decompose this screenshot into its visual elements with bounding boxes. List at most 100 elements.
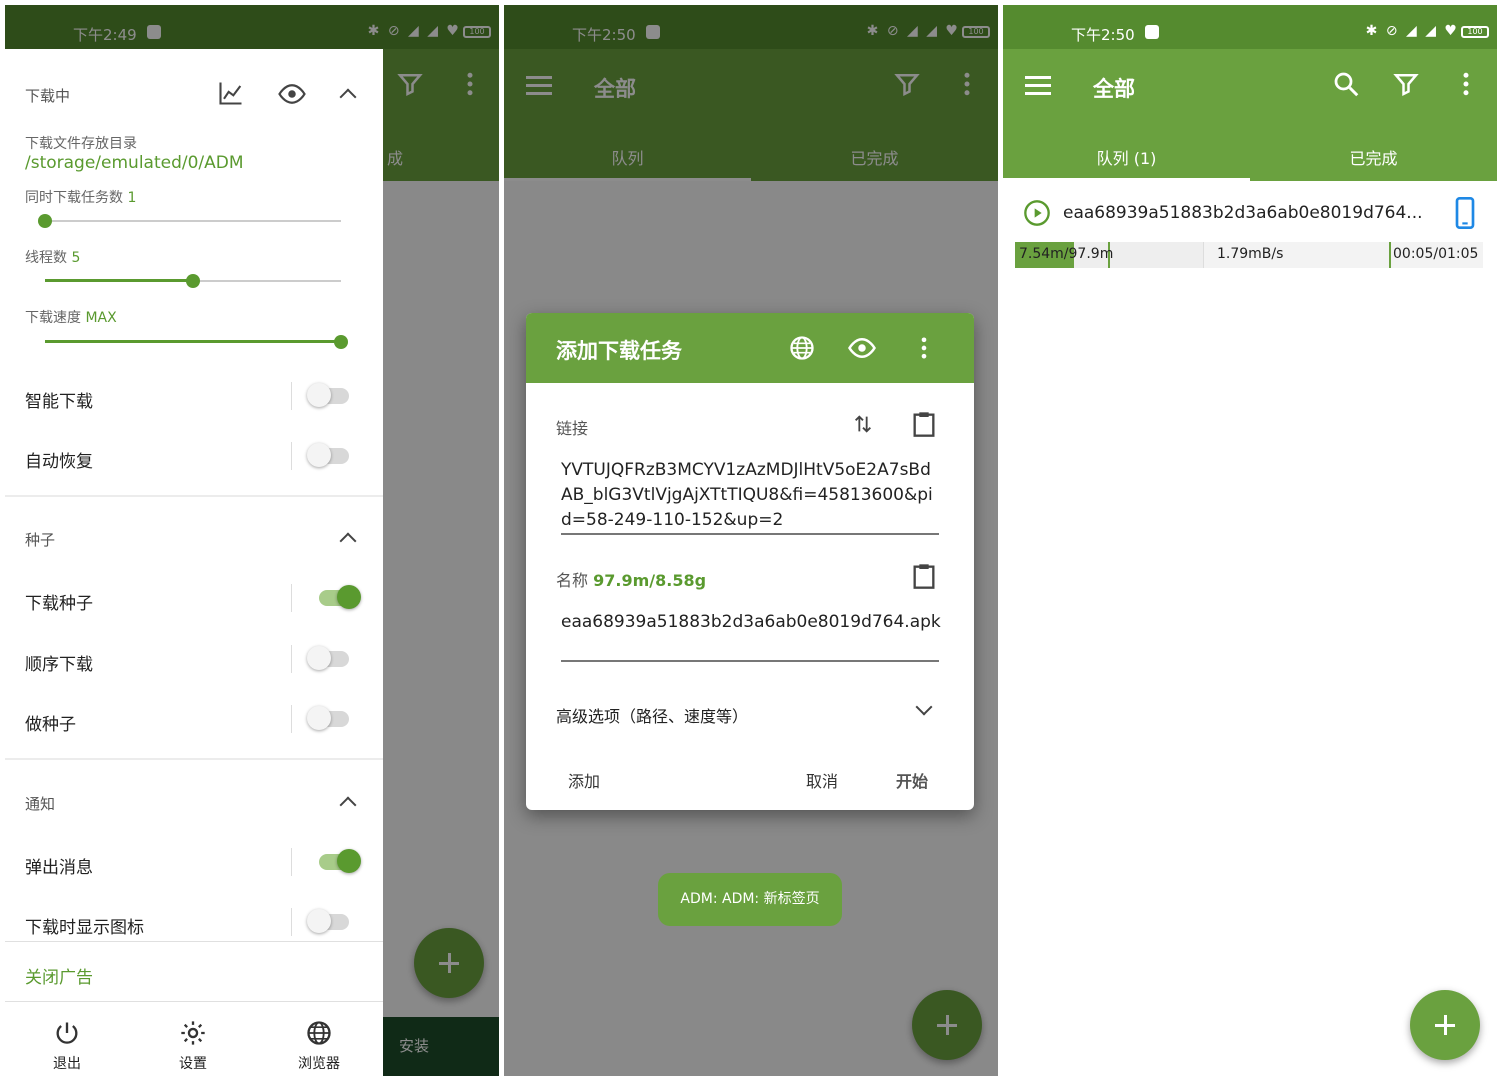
- cancel-button[interactable]: 取消: [806, 768, 838, 792]
- clipboard-icon[interactable]: [910, 409, 938, 439]
- status-bar: 下午2:50 ✱ ⊘ ◢ ◢ ♥ 100: [1003, 5, 1497, 49]
- show-icon-switch[interactable]: [307, 909, 349, 933]
- chevron-down-icon[interactable]: [915, 698, 933, 716]
- status-icons: ✱ ⊘ ◢ ◢ ♥: [1365, 23, 1459, 39]
- add-fab-button[interactable]: [1410, 990, 1480, 1060]
- advanced-options[interactable]: 高级选项（路径、速度等）: [556, 703, 748, 727]
- smart-download-label: 智能下载: [25, 392, 93, 412]
- divider: [291, 442, 292, 470]
- switch-knob: [307, 443, 331, 467]
- appbar-title: 全部: [1093, 77, 1135, 101]
- speed-slider-fill: [45, 340, 341, 343]
- concurrent-value: 1: [127, 190, 137, 206]
- search-icon[interactable]: [1331, 69, 1361, 99]
- globe-icon: [307, 1021, 331, 1045]
- drawer-bottom-nav: 退出 设置 浏览器: [5, 1001, 383, 1076]
- name-underline: [561, 660, 939, 662]
- name-label-text: 名称: [556, 571, 589, 590]
- name-label: 名称 97.9m/8.58g: [556, 567, 706, 591]
- settings-drawer: 下载中 下载文件存放目录 /storage/emulated/0/ADM 同时下…: [5, 49, 383, 1076]
- tabs: 队列 (1) 已完成: [1003, 137, 1497, 181]
- threads-label: 线程数 5: [25, 247, 80, 267]
- eye-icon[interactable]: [277, 79, 307, 109]
- tab-queue[interactable]: 队列 (1): [1003, 145, 1250, 169]
- battery-icon: 100: [1461, 26, 1489, 38]
- time-text: 00:05/01:05: [1393, 246, 1479, 262]
- start-button[interactable]: 开始: [896, 768, 928, 792]
- gallery-icon: [1145, 25, 1159, 39]
- progress-bar: 7.54m/97.9m: [1015, 242, 1203, 268]
- screenshot-download-queue: 下午2:50 ✱ ⊘ ◢ ◢ ♥ 100 全部 队列 (1) 已完成 eaa68…: [1003, 5, 1497, 1076]
- browser-button[interactable]: 浏览器: [279, 1019, 359, 1073]
- divider: [291, 645, 292, 673]
- toast-message: ADM: ADM: 新标签页: [658, 873, 842, 926]
- threads-label-text: 线程数: [25, 250, 67, 266]
- file-name: eaa68939a51883b2d3a6ab0e8019d764...: [1063, 203, 1423, 223]
- section-divider: [5, 758, 383, 760]
- add-button[interactable]: 添加: [568, 768, 600, 792]
- divider: [291, 848, 292, 876]
- speed-label: 下载速度 MAX: [25, 307, 117, 327]
- link-input[interactable]: YVTUJQFRzB3MCYV1zAzMDJlHtV5oE2A7sBdAB_bl…: [561, 458, 941, 533]
- switch-knob: [307, 706, 331, 730]
- sequential-download-label: 顺序下载: [25, 655, 93, 675]
- progress-text: 7.54m/97.9m: [1019, 246, 1114, 262]
- clipboard-icon[interactable]: [910, 561, 938, 591]
- chevron-up-icon[interactable]: [339, 796, 357, 814]
- switch-knob: [307, 383, 331, 407]
- switch-knob: [307, 909, 331, 933]
- browser-label: 浏览器: [298, 1056, 340, 1072]
- chevron-up-icon[interactable]: [339, 532, 357, 550]
- dialog-header: 添加下载任务: [526, 313, 974, 383]
- divider: [291, 705, 292, 733]
- time-cell: 00:05/01:05: [1389, 242, 1483, 268]
- exit-button[interactable]: 退出: [27, 1019, 107, 1073]
- concurrent-slider-track[interactable]: [45, 220, 341, 222]
- exit-label: 退出: [53, 1056, 81, 1072]
- speed-value: MAX: [85, 310, 117, 326]
- section-divider: [5, 495, 383, 497]
- auto-resume-switch[interactable]: [307, 443, 349, 467]
- switch-knob: [307, 646, 331, 670]
- concurrent-label-text: 同时下载任务数: [25, 190, 123, 206]
- threads-value: 5: [71, 250, 81, 266]
- link-label: 链接: [556, 419, 589, 438]
- eye-icon[interactable]: [847, 333, 877, 363]
- divider: [291, 382, 292, 410]
- divider: [291, 908, 292, 936]
- chart-icon[interactable]: [217, 79, 245, 107]
- speed-label-text: 下载速度: [25, 310, 81, 326]
- smart-download-switch[interactable]: [307, 383, 349, 407]
- swap-icon[interactable]: [852, 412, 874, 436]
- threads-slider-thumb[interactable]: [186, 274, 200, 288]
- globe-icon[interactable]: [788, 334, 816, 362]
- seed-switch[interactable]: [307, 706, 349, 730]
- power-icon: [56, 1022, 78, 1044]
- settings-button[interactable]: 设置: [153, 1019, 233, 1073]
- popup-message-switch[interactable]: [319, 849, 361, 873]
- chevron-up-icon[interactable]: [339, 88, 357, 106]
- link-underline: [561, 533, 939, 535]
- tab-done[interactable]: 已完成: [1250, 145, 1497, 169]
- screenshot-add-task-dialog: 下午2:50 ✱ ⊘ ◢ ◢ ♥ 100 全部 队列 已完成 添加下载任务 链接…: [504, 5, 998, 1076]
- play-circle-icon[interactable]: [1023, 199, 1051, 227]
- section-title-downloading: 下载中: [25, 87, 71, 105]
- add-task-dialog: 添加下载任务 链接 YVTUJQFRzB3MCYV1zAzMDJlHtV5oE2…: [526, 313, 974, 810]
- concurrent-slider-thumb[interactable]: [38, 214, 52, 228]
- section-divider: [5, 941, 383, 942]
- name-size: 97.9m/8.58g: [593, 571, 707, 590]
- sequential-download-switch[interactable]: [307, 646, 349, 670]
- speed-slider-thumb[interactable]: [334, 335, 348, 349]
- more-vert-icon[interactable]: [1451, 69, 1481, 99]
- close-ads-link[interactable]: 关闭广告: [25, 963, 93, 988]
- gear-icon: [181, 1021, 205, 1045]
- speed-cell: 1.79mB/s: [1203, 242, 1389, 268]
- menu-icon[interactable]: [1025, 76, 1051, 96]
- filter-icon[interactable]: [1391, 69, 1421, 99]
- screenshot-settings-drawer: 下午2:49 ✱ ⊘ ◢ ◢ ♥ 100 成 安装 下载中 下载文件存放目录 /…: [5, 5, 499, 1076]
- more-vert-icon[interactable]: [910, 334, 938, 362]
- dir-value[interactable]: /storage/emulated/0/ADM: [25, 153, 244, 173]
- download-torrent-switch[interactable]: [319, 585, 361, 609]
- name-input[interactable]: eaa68939a51883b2d3a6ab0e8019d764.apk: [561, 610, 941, 635]
- popup-message-label: 弹出消息: [25, 858, 93, 878]
